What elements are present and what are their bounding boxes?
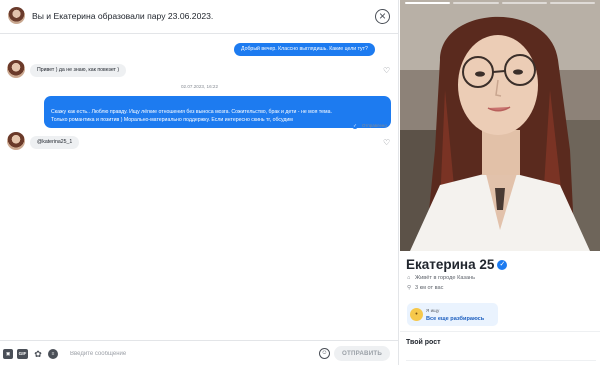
avatar[interactable]: [7, 60, 25, 78]
photo-icon[interactable]: ▣: [3, 349, 13, 359]
profile-photo[interactable]: [400, 0, 600, 251]
message-text: @katerina25_1: [37, 139, 73, 145]
profile-distance: ⚲ 3 км от вас: [407, 285, 443, 291]
profile-photo-art: [400, 0, 600, 251]
message-composer: ▣ GIF ✿ ≡ ☺ ОТПРАВИТЬ: [0, 340, 399, 365]
close-icon[interactable]: ×: [375, 9, 390, 24]
profile-distance-text: 3 км от вас: [415, 285, 444, 291]
home-icon: ⌂: [407, 275, 411, 281]
sticker-icon[interactable]: ✿: [33, 349, 43, 359]
heart-icon[interactable]: ♡: [383, 139, 390, 147]
looking-for-caption: Я ищу: [426, 308, 440, 313]
message-status: ✓ Отправлено: [352, 123, 387, 129]
chat-title: Вы и Екатерина образовали пару 23.06.202…: [32, 11, 214, 21]
profile-city: ⌂ Живёт в городе Казань: [407, 275, 475, 281]
profile-panel: Екатерина 25 ✓ ⌂ Живёт в городе Казань ⚲ 3 …: [400, 0, 600, 365]
thinking-emoji-icon: •: [410, 308, 423, 321]
message-text: Привет ) да не знаю, как повезет ): [37, 67, 120, 73]
divider: [400, 331, 600, 332]
photo-progress: [405, 2, 595, 4]
chat-header: Вы и Екатерина образовали пару 23.06.202…: [0, 0, 399, 34]
menu-icon[interactable]: ≡: [48, 349, 58, 359]
message-outgoing[interactable]: Добрый вечер. Классно выглядишь. Какие ц…: [234, 43, 375, 56]
send-button[interactable]: ОТПРАВИТЬ: [334, 346, 390, 361]
check-icon: ✓: [352, 123, 358, 129]
profile-name-text: Екатерина 25: [406, 257, 495, 272]
gif-button[interactable]: GIF: [17, 349, 28, 359]
message-incoming[interactable]: Привет ) да не знаю, как повезет ): [30, 64, 127, 77]
location-pin-icon: ⚲: [407, 285, 412, 291]
message-input[interactable]: [70, 348, 310, 360]
profile-name: Екатерина 25 ✓: [406, 257, 508, 272]
date-separator: 02.07.2023, 16:22: [180, 84, 219, 89]
height-section-title: Твой рост: [406, 339, 441, 346]
emoji-icon[interactable]: ☺: [319, 348, 330, 359]
next-section: [406, 360, 596, 365]
status-text: Отправлено: [362, 123, 387, 129]
looking-for-card: • Я ищу Все еще разбираюсь: [407, 303, 498, 326]
verified-badge-icon: ✓: [497, 260, 508, 271]
avatar[interactable]: [8, 7, 25, 24]
message-incoming[interactable]: @katerina25_1: [30, 136, 80, 149]
message-outgoing[interactable]: Скажу как есть.. Люблю правду. Ищу лёгки…: [44, 96, 391, 128]
avatar[interactable]: [7, 132, 25, 150]
looking-for-value: Все еще разбираюсь: [426, 316, 485, 322]
app: Вы и Екатерина образовали пару 23.06.202…: [0, 0, 600, 365]
chat-panel: Вы и Екатерина образовали пару 23.06.202…: [0, 0, 399, 365]
message-text: Скажу как есть.. Люблю правду. Ищу лёгки…: [51, 108, 332, 124]
message-text: Добрый вечер. Классно выглядишь. Какие ц…: [241, 46, 368, 52]
profile-city-text: Живёт в городе Казань: [415, 275, 476, 281]
heart-icon[interactable]: ♡: [383, 67, 390, 75]
